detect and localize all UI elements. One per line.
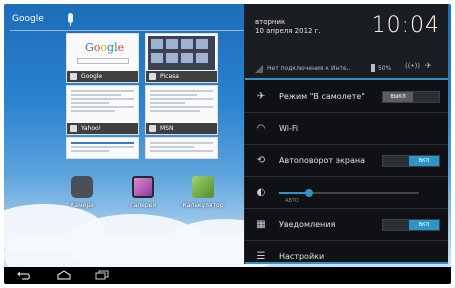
toggle-knob: ВЫКЛ: [383, 92, 413, 102]
row-auto-rotate[interactable]: ⟲ Автоповорот экрана ВКЛ: [245, 146, 448, 177]
panel-header: вторник 10 апреля 2012 г. 10:04 Нет подк…: [245, 4, 448, 80]
slider-thumb[interactable]: [305, 189, 313, 197]
gallery-icon: [132, 176, 154, 198]
app-calculator[interactable]: Калькулятор: [180, 176, 226, 209]
page-lines: [150, 90, 213, 114]
photo-grid: [148, 36, 215, 70]
browser-thumbnail[interactable]: [145, 137, 218, 159]
page-lines: [150, 142, 213, 154]
airplane-toggle[interactable]: ВЫКЛ: [382, 91, 440, 103]
battery-icon: [371, 64, 375, 72]
recent-apps-icon[interactable]: [94, 270, 110, 280]
app-label: Камера: [70, 202, 94, 209]
row-label: Уведомления: [279, 220, 336, 229]
row-notifications[interactable]: ▦ Уведомления ВКЛ: [245, 210, 448, 241]
row-label: Wi-Fi: [279, 124, 299, 133]
notifications-toggle[interactable]: ВКЛ: [382, 219, 440, 231]
wifi-signal-icon: ((•)): [405, 62, 421, 70]
network-status: Нет подключения к Инте..: [267, 65, 351, 72]
calculator-icon: [192, 176, 214, 198]
status-row: Нет подключения к Инте.. 50% ((•)) ✈: [245, 60, 448, 78]
app-label: Галерея: [130, 202, 156, 209]
notifications-icon: ▦: [256, 219, 266, 230]
auto-rotate-toggle[interactable]: ВКЛ: [382, 155, 440, 167]
home-icon[interactable]: [56, 270, 72, 280]
browser-thumbnail-google[interactable]: Google Google: [66, 33, 139, 83]
row-airplane-mode[interactable]: ✈ Режим "В самолете" ВЫКЛ: [245, 82, 448, 113]
microphone-icon[interactable]: [68, 13, 73, 26]
airplane-status-icon: ✈: [425, 61, 432, 70]
wifi-icon: ◠: [256, 123, 266, 134]
date-text: 10 апреля 2012 г.: [255, 27, 321, 35]
browser-thumbnail-msn[interactable]: MSN: [145, 85, 218, 135]
app-camera[interactable]: Камера: [59, 176, 105, 209]
page-lines: [71, 142, 134, 154]
picasa-icon: [149, 73, 156, 80]
toggle-knob: ВКЛ: [409, 156, 439, 166]
panel-bottom-border: [245, 262, 448, 264]
page-lines: [71, 90, 134, 114]
app-label: Калькулятор: [182, 202, 224, 209]
search-box: [77, 58, 129, 64]
browser-thumbnail-yahoo[interactable]: Yahoo!: [66, 85, 139, 135]
divider: [10, 30, 246, 31]
auto-brightness-label[interactable]: АВТО: [285, 198, 299, 204]
camera-icon: [71, 176, 93, 198]
thumbnail-label: MSN: [160, 125, 174, 132]
google-icon: [70, 73, 77, 80]
yahoo-icon: [70, 125, 77, 132]
row-label: Режим "В самолете": [279, 92, 365, 101]
row-label: Настройки: [279, 252, 325, 261]
browser-thumbnail-picasa[interactable]: Picasa: [145, 33, 218, 83]
row-brightness[interactable]: ◐ АВТО: [245, 178, 448, 209]
row-wifi[interactable]: ◠ Wi-Fi: [245, 114, 448, 145]
thumbnail-label: Yahoo!: [81, 125, 102, 132]
signal-icon: [255, 65, 263, 73]
day-of-week: вторник: [255, 18, 286, 26]
browser-thumbnail[interactable]: [66, 137, 139, 159]
brightness-icon: ◐: [256, 187, 266, 198]
google-logo: Google: [85, 41, 125, 54]
battery-percent: 50%: [378, 65, 392, 72]
thumbnail-label: Picasa: [160, 73, 179, 80]
row-settings[interactable]: ☰ Настройки: [245, 242, 448, 273]
row-label: Автоповорот экрана: [279, 156, 365, 165]
clock: 10:04: [371, 13, 440, 38]
brightness-slider[interactable]: [279, 189, 419, 197]
quick-settings-panel: вторник 10 апреля 2012 г. 10:04 Нет подк…: [244, 4, 448, 264]
back-icon[interactable]: [16, 270, 32, 280]
msn-icon: [149, 125, 156, 132]
app-gallery[interactable]: Галерея: [120, 176, 166, 209]
thumbnail-label: Google: [81, 73, 103, 80]
rotate-icon: ⟲: [256, 155, 266, 166]
airplane-icon: ✈: [256, 91, 266, 102]
google-search-label[interactable]: Google: [12, 14, 44, 24]
toggle-knob: ВКЛ: [409, 220, 439, 230]
